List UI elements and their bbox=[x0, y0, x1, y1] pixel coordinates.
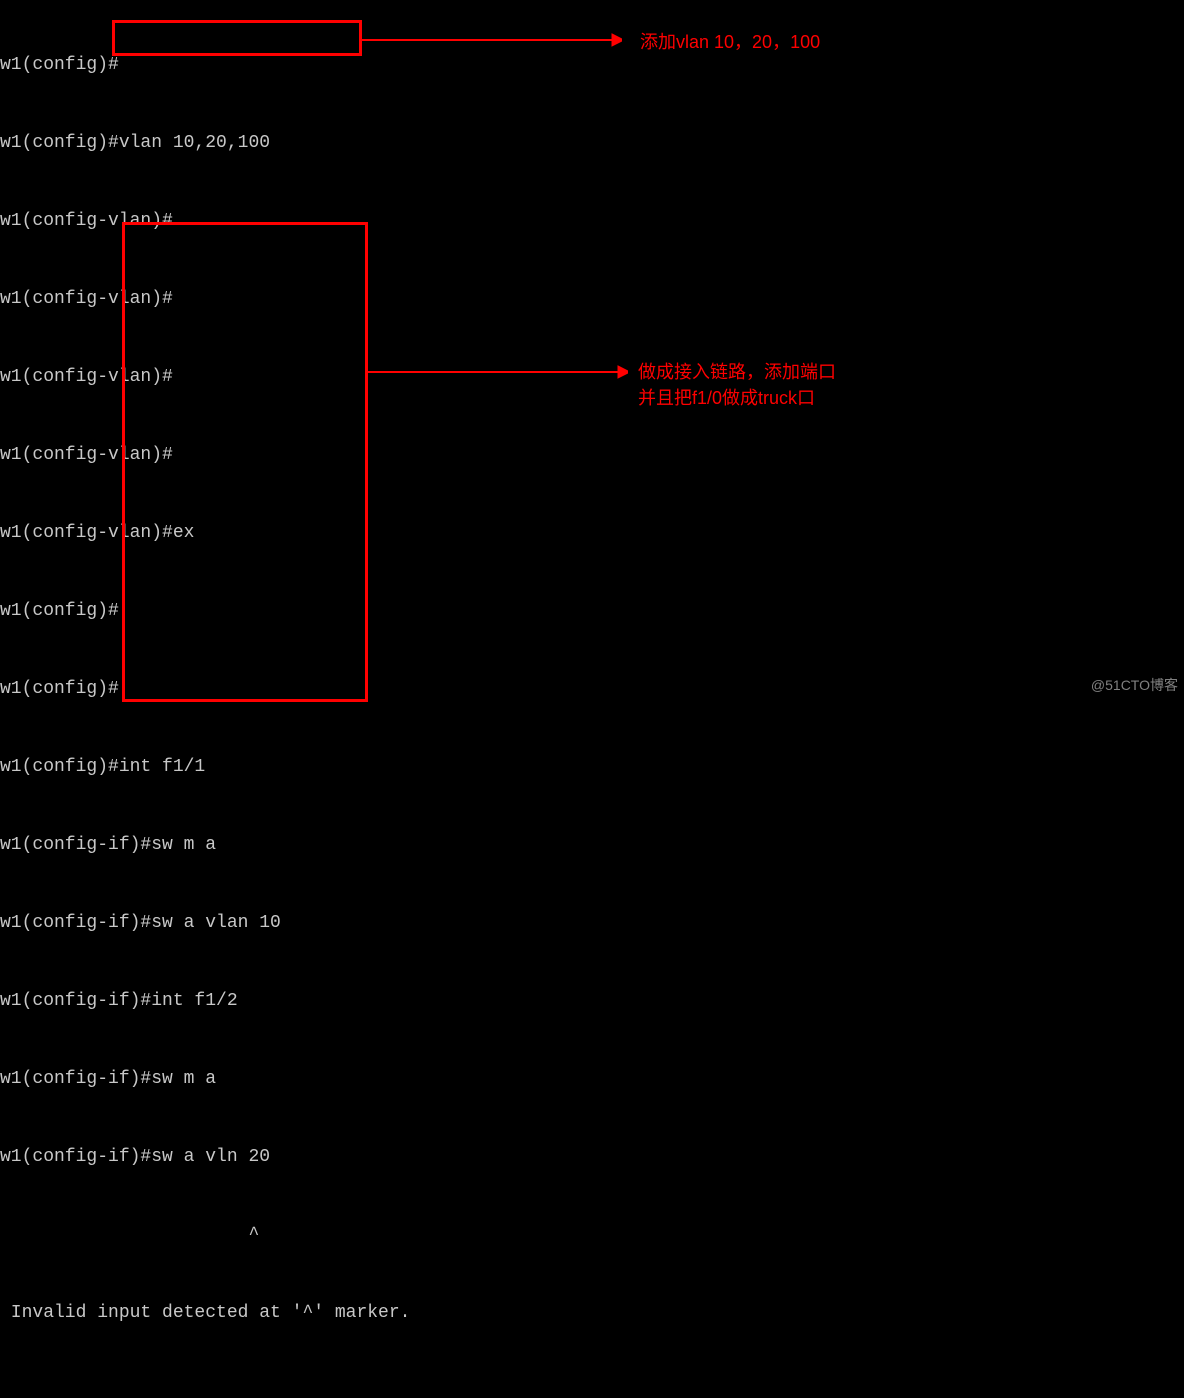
terminal-line: w1(config)# bbox=[0, 676, 1184, 702]
terminal-line: w1(config-if)#sw a vln 20 bbox=[0, 1144, 1184, 1170]
terminal-line: w1(config-vlan)# bbox=[0, 286, 1184, 312]
annotation-trunk-l1: 做成接入链路，添加端口 bbox=[638, 358, 836, 384]
terminal-line: w1(config-vlan)# bbox=[0, 442, 1184, 468]
annotation-vlan: 添加vlan 10，20，100 bbox=[640, 28, 820, 54]
terminal-caret-marker: ^ bbox=[0, 1222, 1184, 1248]
arrow-icon bbox=[362, 30, 622, 50]
terminal-line bbox=[0, 1378, 1184, 1398]
terminal-line: w1(config-vlan)#ex bbox=[0, 520, 1184, 546]
terminal-line: w1(config-if)#sw a vlan 10 bbox=[0, 910, 1184, 936]
terminal-line: w1(config)# bbox=[0, 598, 1184, 624]
terminal-line: w1(config-if)#sw m a bbox=[0, 1066, 1184, 1092]
annotation-trunk-l2: 并且把f1/0做成truck口 bbox=[638, 384, 815, 410]
terminal-error-line: Invalid input detected at '^' marker. bbox=[0, 1300, 1184, 1326]
terminal-line: w1(config)#int f1/1 bbox=[0, 754, 1184, 780]
terminal-line: w1(config)#vlan 10,20,100 bbox=[0, 130, 1184, 156]
watermark: @51CTO博客 bbox=[1091, 675, 1178, 695]
arrow-icon bbox=[368, 362, 628, 382]
terminal-output[interactable]: w1(config)# w1(config)#vlan 10,20,100 w1… bbox=[0, 0, 1184, 699]
terminal-line: w1(config-if)#int f1/2 bbox=[0, 988, 1184, 1014]
terminal-line: w1(config)# bbox=[0, 52, 1184, 78]
terminal-line: w1(config-if)#sw m a bbox=[0, 832, 1184, 858]
terminal-line: w1(config-vlan)# bbox=[0, 208, 1184, 234]
